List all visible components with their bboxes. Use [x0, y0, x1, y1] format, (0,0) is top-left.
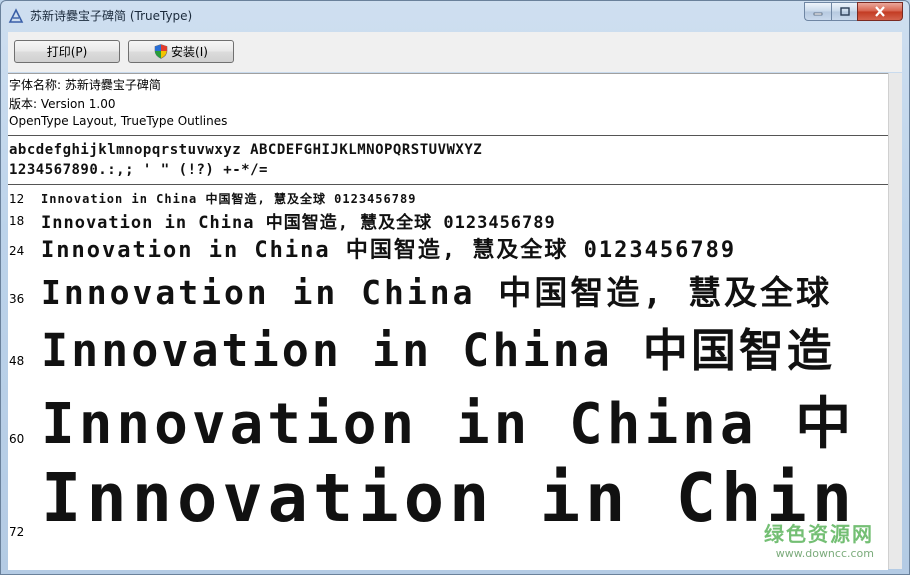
charset-line-letters: abcdefghijklmnopqrstuvwxyz ABCDEFGHIJKLM… [9, 142, 483, 158]
font-type-info: OpenType Layout, TrueType Outlines [9, 114, 228, 128]
shield-icon [154, 44, 168, 59]
sample-row-12: 12 Innovation in China 中国智造, 慧及全球 012345… [8, 189, 888, 207]
sample-text: Innovation in Chin [41, 459, 858, 537]
sample-text: Innovation in China 中国智造, 慧及全球 012345678… [41, 238, 737, 263]
sample-size-label: 36 [9, 292, 25, 306]
minimize-button[interactable] [804, 2, 831, 21]
vertical-scrollbar[interactable] [888, 73, 902, 569]
sample-text: Innovation in China 中国智造 [41, 324, 835, 377]
maximize-button[interactable] [831, 2, 857, 21]
sample-row-60: 60 Innovation in China 中 [8, 379, 888, 457]
sample-row-36: 36 Innovation in China 中国智造, 慧及全球 [8, 266, 888, 312]
install-button-label: 安装(I) [171, 45, 208, 59]
install-button[interactable]: 安装(I) [128, 40, 234, 63]
sample-size-label: 18 [9, 214, 25, 228]
info-divider [8, 135, 888, 136]
sample-text: Innovation in China 中国智造, 慧及全球 012345678… [41, 192, 417, 206]
minimize-icon [813, 12, 823, 15]
font-name-info: 字体名称: 苏新诗爨宝子碑简 [9, 78, 161, 92]
sample-text: Innovation in China 中国智造, 慧及全球 012345678… [41, 213, 556, 233]
sample-row-24: 24 Innovation in China 中国智造, 慧及全球 012345… [8, 232, 888, 264]
sample-size-label: 12 [9, 192, 25, 206]
window-controls [804, 2, 903, 21]
window-title: 苏新诗爨宝子碑简 (TrueType) [30, 9, 193, 23]
font-app-icon [8, 8, 24, 23]
print-button[interactable]: 打印(P) [14, 40, 120, 63]
sample-row-18: 18 Innovation in China 中国智造, 慧及全球 012345… [8, 208, 888, 233]
font-preview-pane[interactable]: 字体名称: 苏新诗爨宝子碑简 版本: Version 1.00 OpenType… [8, 73, 888, 570]
print-button-label: 打印(P) [46, 45, 88, 59]
sample-size-label: 24 [9, 244, 25, 258]
sample-text: Innovation in China 中 [41, 392, 856, 457]
close-button[interactable] [857, 2, 903, 21]
charset-line-symbols: 1234567890.:,; ' " (!?) +-*/= [9, 162, 268, 178]
close-icon [875, 6, 885, 17]
charset-divider [8, 184, 888, 185]
sample-text: Innovation in China 中国智造, 慧及全球 [41, 273, 833, 312]
font-version-info: 版本: Version 1.00 [9, 97, 116, 111]
sample-row-72: 72 Innovation in Chin [8, 459, 888, 549]
sample-size-label: 48 [9, 354, 25, 368]
font-viewer-window: 苏新诗爨宝子碑简 (TrueType) 打印(P) 安装(I) 字体名称: 苏新… [0, 0, 910, 575]
maximize-icon [839, 6, 850, 16]
sample-size-label: 60 [9, 432, 25, 446]
sample-size-label: 72 [9, 525, 25, 539]
title-bar[interactable]: 苏新诗爨宝子碑简 (TrueType) [1, 1, 909, 31]
toolbar: 打印(P) 安装(I) [8, 32, 902, 72]
sample-row-48: 48 Innovation in China 中国智造 [8, 314, 888, 377]
